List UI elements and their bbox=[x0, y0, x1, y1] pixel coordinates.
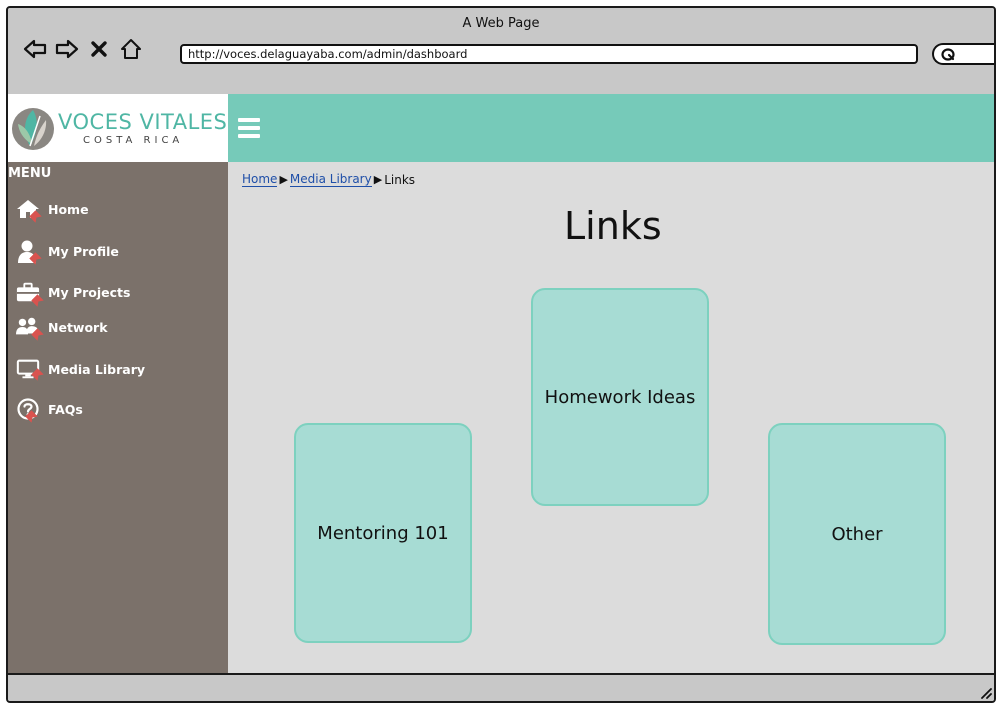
chevron-right-icon: ▶ bbox=[279, 173, 288, 186]
logo-tagline: COSTA RICA bbox=[83, 135, 184, 146]
browser-search[interactable] bbox=[932, 43, 994, 65]
sidebar-item-network[interactable]: Network bbox=[16, 314, 108, 340]
briefcase-icon bbox=[16, 280, 40, 304]
breadcrumb-current: Links bbox=[384, 172, 416, 187]
question-icon bbox=[16, 397, 40, 421]
browser-window: A Web Page http://voces.delaguayaba.com/… bbox=[6, 6, 996, 703]
logo[interactable]: VOCES VITALES COSTA RICA bbox=[8, 94, 228, 162]
home-icon bbox=[16, 197, 40, 221]
user-icon bbox=[16, 239, 40, 263]
status-bar bbox=[8, 673, 994, 701]
sidebar-item-my-profile[interactable]: My Profile bbox=[16, 238, 119, 264]
card-other[interactable]: Other bbox=[768, 423, 946, 645]
browser-nav bbox=[22, 36, 144, 62]
hamburger-menu-icon[interactable] bbox=[238, 118, 260, 138]
browser-titlebar: A Web Page http://voces.delaguayaba.com/… bbox=[8, 8, 994, 96]
breadcrumb-media-library[interactable]: Media Library bbox=[289, 172, 372, 187]
top-bar bbox=[228, 94, 994, 162]
sidebar-item-label: Network bbox=[48, 319, 108, 335]
card-mentoring-101[interactable]: Mentoring 101 bbox=[294, 423, 472, 643]
card-label: Homework Ideas bbox=[544, 386, 696, 408]
people-icon bbox=[16, 315, 40, 339]
chevron-right-icon: ▶ bbox=[373, 173, 383, 186]
sidebar-item-label: Home bbox=[48, 201, 89, 217]
sidebar-item-media-library[interactable]: Media Library bbox=[16, 356, 145, 382]
sidebar: MENU Home My Profile My Projects Network… bbox=[8, 162, 228, 675]
window-title: A Web Page bbox=[462, 16, 540, 31]
page-title: Links bbox=[564, 204, 662, 248]
sidebar-item-my-projects[interactable]: My Projects bbox=[16, 279, 130, 305]
sidebar-item-home[interactable]: Home bbox=[16, 196, 89, 222]
app-area: VOCES VITALES COSTA RICA MENU Home My Pr… bbox=[8, 94, 994, 675]
sidebar-item-label: My Profile bbox=[48, 243, 119, 259]
logo-title: VOCES VITALES bbox=[58, 110, 228, 134]
card-homework-ideas[interactable]: Homework Ideas bbox=[531, 288, 709, 506]
address-bar[interactable]: http://voces.delaguayaba.com/admin/dashb… bbox=[180, 44, 918, 64]
breadcrumb: Home ▶ Media Library ▶ Links bbox=[242, 172, 415, 187]
card-label: Other bbox=[831, 523, 883, 545]
main-content: Home ▶ Media Library ▶ Links Links Homew… bbox=[228, 162, 994, 675]
resize-grip-icon[interactable] bbox=[976, 683, 992, 699]
sidebar-item-label: My Projects bbox=[48, 284, 131, 300]
monitor-icon bbox=[16, 357, 40, 381]
sidebar-item-label: FAQs bbox=[48, 401, 83, 417]
breadcrumb-home[interactable]: Home bbox=[242, 172, 278, 187]
leaf-logo-icon bbox=[12, 108, 54, 150]
menu-title: MENU bbox=[8, 166, 52, 181]
forward-arrow-icon[interactable] bbox=[54, 36, 80, 62]
home-browser-icon[interactable] bbox=[118, 36, 144, 62]
back-arrow-icon[interactable] bbox=[22, 36, 48, 62]
close-x-icon[interactable] bbox=[86, 36, 112, 62]
sidebar-item-label: Media Library bbox=[48, 361, 146, 377]
sidebar-item-faqs[interactable]: FAQs bbox=[16, 396, 83, 422]
card-label: Mentoring 101 bbox=[317, 522, 449, 544]
search-icon bbox=[941, 48, 955, 61]
